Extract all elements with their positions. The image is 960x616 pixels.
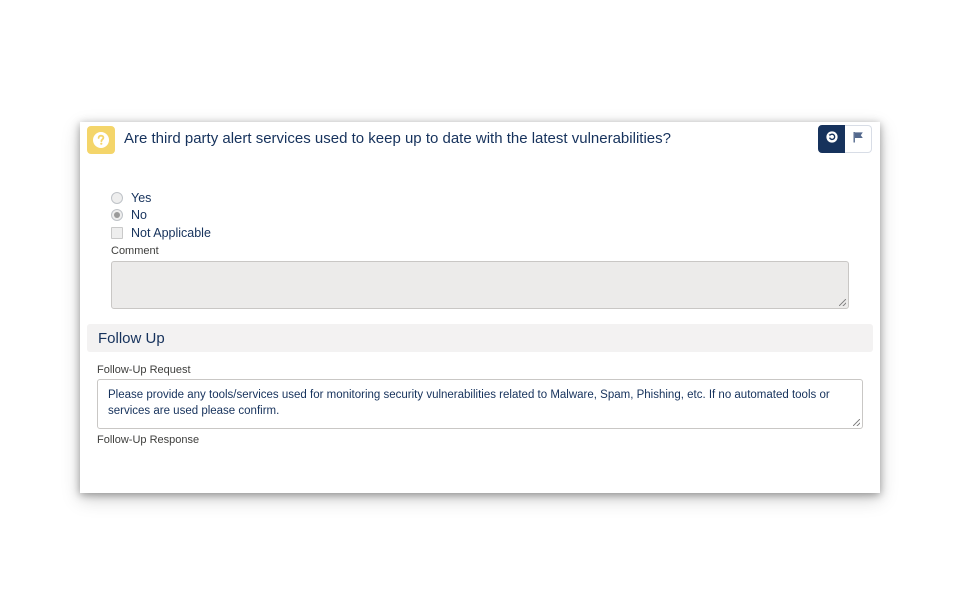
refresh-icon xyxy=(825,130,839,149)
answer-options: Yes No Not Applicable xyxy=(111,189,211,242)
option-no-label: No xyxy=(131,208,147,223)
option-yes-label: Yes xyxy=(131,190,152,205)
resize-handle[interactable] xyxy=(853,419,860,426)
checkbox-not-applicable[interactable] xyxy=(111,226,123,239)
comment-textarea[interactable] xyxy=(111,261,849,309)
question-actions xyxy=(818,125,872,153)
question-icon xyxy=(87,126,115,154)
follow-up-response-label: Follow-Up Response xyxy=(97,434,200,446)
radio-selected-dot xyxy=(114,212,120,219)
flag-icon xyxy=(852,130,864,148)
option-no[interactable]: No xyxy=(111,207,211,225)
refresh-button[interactable] xyxy=(818,125,845,153)
follow-up-title: Follow Up xyxy=(98,329,165,347)
follow-up-request-text: Please provide any tools/services used f… xyxy=(108,389,830,417)
radio-yes[interactable] xyxy=(111,191,123,204)
option-not-applicable-label: Not Applicable xyxy=(131,225,211,240)
option-yes[interactable]: Yes xyxy=(111,189,211,207)
flag-button[interactable] xyxy=(845,125,872,153)
resize-handle[interactable] xyxy=(839,299,846,306)
question-title: Are third party alert services used to k… xyxy=(124,130,671,147)
comment-label: Comment xyxy=(111,245,159,257)
option-not-applicable[interactable]: Not Applicable xyxy=(111,224,211,242)
radio-no[interactable] xyxy=(111,209,123,222)
follow-up-request-textarea[interactable]: Please provide any tools/services used f… xyxy=(97,379,863,429)
follow-up-section-header: Follow Up xyxy=(87,324,873,352)
follow-up-request-label: Follow-Up Request xyxy=(97,364,191,376)
question-card: Are third party alert services used to k… xyxy=(80,122,880,493)
